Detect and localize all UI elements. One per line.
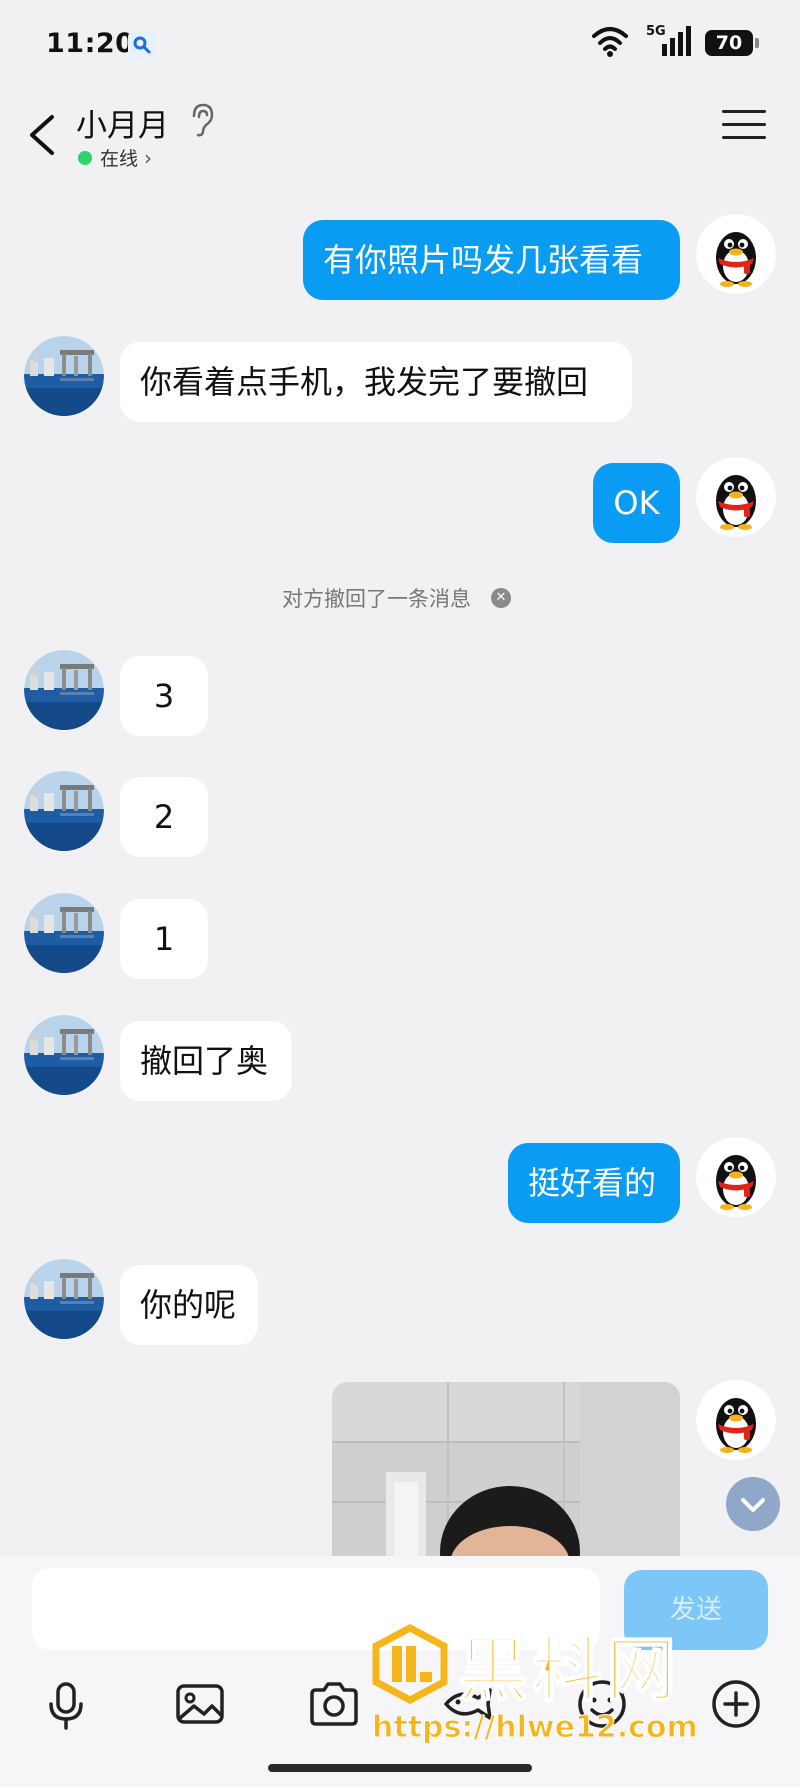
camera-icon[interactable] — [304, 1674, 364, 1734]
contact-avatar[interactable] — [24, 650, 104, 730]
message-bubble-incoming[interactable]: 你看着点手机，我发完了要撤回 — [120, 342, 632, 422]
contact-avatar[interactable] — [24, 1259, 104, 1339]
my-avatar[interactable] — [696, 1380, 776, 1460]
signal-icon — [662, 26, 691, 56]
search-icon — [128, 31, 156, 59]
watermark-logo-icon — [372, 1624, 448, 1704]
recall-notice: 对方撤回了一条消息 ✕ — [282, 583, 511, 613]
ear-icon — [192, 103, 214, 137]
contact-avatar[interactable] — [24, 893, 104, 973]
menu-icon[interactable] — [722, 110, 766, 152]
online-status[interactable]: 在线 › — [78, 144, 152, 171]
image-message[interactable] — [332, 1382, 680, 1562]
message-bubble-outgoing[interactable]: 有你照片吗发几张看看 — [303, 220, 680, 300]
home-indicator[interactable] — [268, 1764, 532, 1772]
message-bubble-incoming[interactable]: 你的呢 — [120, 1265, 258, 1345]
watermark-brand: 黑料网 — [457, 1628, 680, 1712]
microphone-icon[interactable] — [36, 1674, 96, 1734]
image-icon[interactable] — [170, 1674, 230, 1734]
back-arrow-icon[interactable] — [22, 107, 70, 163]
my-avatar[interactable] — [696, 214, 776, 294]
message-bubble-incoming[interactable]: 撤回了奥 — [120, 1021, 292, 1101]
chevron-right-icon: › — [144, 145, 153, 170]
contact-avatar[interactable] — [24, 771, 104, 851]
scroll-down-icon[interactable] — [726, 1477, 780, 1531]
status-time: 11:20 — [46, 28, 135, 59]
contact-avatar[interactable] — [24, 1015, 104, 1095]
message-bubble-incoming[interactable]: 1 — [120, 899, 208, 979]
message-bubble-incoming[interactable]: 2 — [120, 777, 208, 857]
message-bubble-incoming[interactable]: 3 — [120, 656, 208, 736]
online-status-label: 在线 — [100, 148, 139, 170]
online-dot — [78, 150, 92, 165]
watermark: 黑料网 https://hlwe12.com — [370, 1618, 790, 1758]
my-avatar[interactable] — [696, 1137, 776, 1217]
watermark-url: https://hlwe12.com — [372, 1710, 699, 1746]
chat-header: 小月月 在线 › — [0, 92, 800, 182]
wifi-icon — [592, 27, 628, 57]
recall-notice-text: 对方撤回了一条消息 — [282, 587, 471, 611]
message-bubble-outgoing[interactable]: OK — [593, 463, 680, 543]
status-bar: 11:20 5G 70 — [0, 0, 800, 92]
contact-name[interactable]: 小月月 — [76, 100, 169, 145]
message-bubble-outgoing[interactable]: 挺好看的 — [508, 1143, 680, 1223]
close-icon[interactable]: ✕ — [491, 588, 511, 608]
my-avatar[interactable] — [696, 457, 776, 537]
battery-indicator: 70 — [705, 30, 759, 56]
contact-avatar[interactable] — [24, 336, 104, 416]
